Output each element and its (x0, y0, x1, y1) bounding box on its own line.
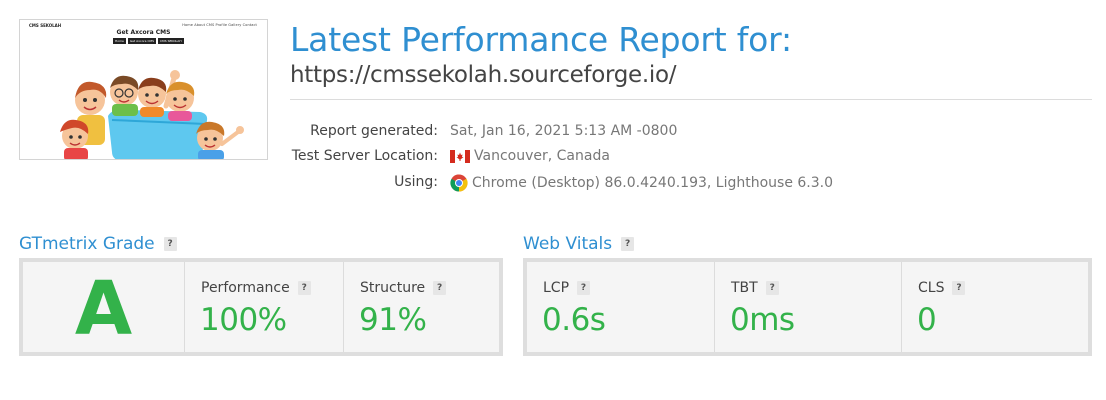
web-vitals-heading: Web Vitals ? (523, 234, 635, 254)
lcp-cell: LCP ? 0.6s (527, 262, 714, 352)
test-server-location-text: Vancouver, Canada (474, 148, 610, 164)
grade-letter: A (74, 266, 133, 352)
lcp-label-row: LCP ? (543, 280, 591, 296)
test-server-location-value: Vancouver, Canada (450, 148, 610, 164)
tbt-label-row: TBT ? (731, 280, 779, 296)
help-icon[interactable]: ? (765, 281, 779, 295)
test-server-location-label: Test Server Location: (291, 148, 438, 164)
help-icon[interactable]: ? (163, 237, 177, 251)
help-icon[interactable]: ? (621, 237, 635, 251)
using-label: Using: (394, 174, 438, 190)
report-generated-text: Sat, Jan 16, 2021 5:13 AM -0800 (450, 123, 678, 139)
help-icon[interactable]: ? (577, 281, 591, 295)
tbt-label: TBT (731, 280, 758, 296)
lcp-value: 0.6s (542, 302, 606, 338)
help-icon[interactable]: ? (433, 281, 447, 295)
help-icon[interactable]: ? (297, 281, 311, 295)
structure-cell: Structure ? 91% (343, 262, 499, 352)
gtmetrix-grade-heading: GTmetrix Grade ? (19, 234, 177, 254)
structure-value: 91% (359, 302, 427, 338)
performance-label-row: Performance ? (201, 280, 311, 296)
cls-cell: CLS ? 0 (901, 262, 1088, 352)
web-vitals-panel: LCP ? 0.6s TBT ? 0ms CLS ? 0 (523, 258, 1092, 356)
using-text: Chrome (Desktop) 86.0.4240.193, Lighthou… (472, 175, 834, 191)
cls-value: 0 (917, 302, 937, 338)
structure-label-row: Structure ? (360, 280, 447, 296)
header-divider (290, 99, 1092, 100)
cls-label: CLS (918, 280, 945, 296)
structure-label: Structure (360, 280, 426, 296)
tbt-value: 0ms (730, 302, 795, 338)
report-url[interactable]: https://cmssekolah.sourceforge.io/ (290, 62, 677, 88)
web-vitals-title: Web Vitals (523, 234, 613, 254)
lcp-label: LCP (543, 280, 570, 296)
gtmetrix-grade-panel: A Performance ? 100% Structure ? 91% (19, 258, 503, 356)
tbt-cell: TBT ? 0ms (714, 262, 901, 352)
grade-cell: A (23, 262, 184, 352)
performance-label: Performance (201, 280, 290, 296)
canada-flag-icon (450, 149, 470, 163)
performance-value: 100% (200, 302, 287, 338)
performance-cell: Performance ? 100% (184, 262, 343, 352)
gtmetrix-grade-title: GTmetrix Grade (19, 234, 155, 254)
report-generated-label: Report generated: (310, 123, 438, 139)
help-icon[interactable]: ? (952, 281, 966, 295)
cls-label-row: CLS ? (918, 280, 966, 296)
using-value: Chrome (Desktop) 86.0.4240.193, Lighthou… (450, 174, 833, 192)
children-illustration (60, 70, 244, 159)
page-screenshot-thumbnail[interactable]: CMS SEKOLAH Home About CMS Profile Galle… (19, 19, 268, 160)
chrome-icon (450, 174, 468, 192)
report-title: Latest Performance Report for: (290, 20, 792, 59)
report-generated-value: Sat, Jan 16, 2021 5:13 AM -0800 (450, 123, 677, 139)
